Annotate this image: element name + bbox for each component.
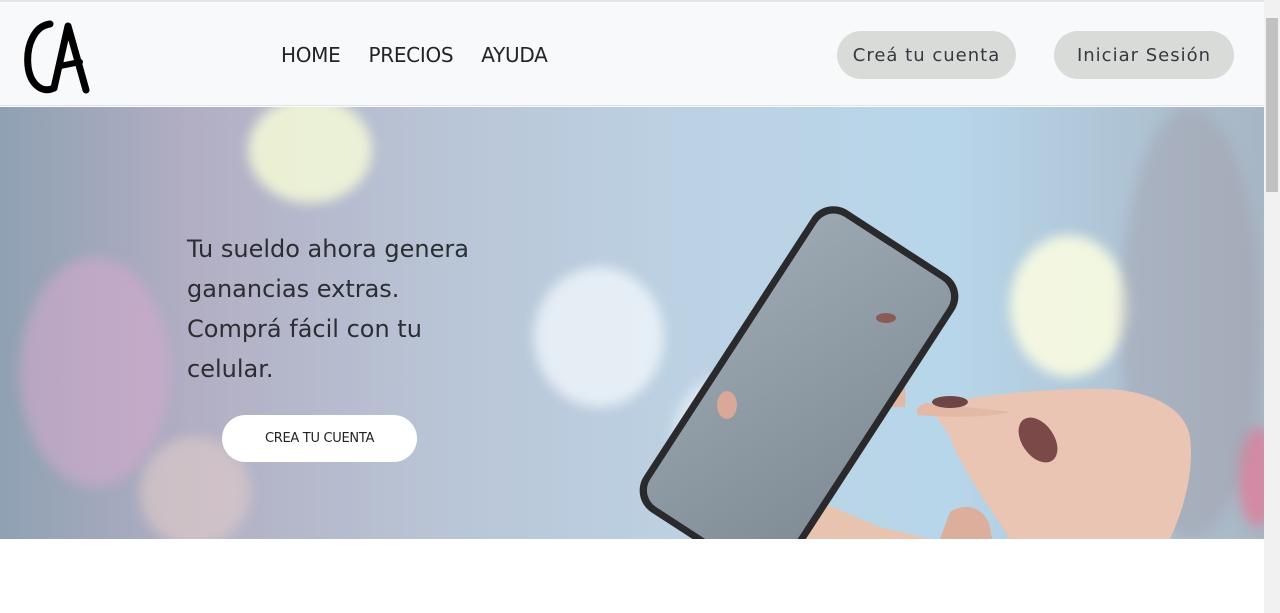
hero-signup-button[interactable]: CREA TU CUENTA — [222, 415, 417, 462]
scrollbar-thumb[interactable] — [1266, 18, 1278, 192]
login-button[interactable]: Iniciar Sesión — [1054, 31, 1234, 79]
hero-line: Tu sueldo ahora genera — [187, 235, 469, 263]
main-nav: HOME PRECIOS AYUDA — [281, 43, 548, 67]
nav-precios-link[interactable]: PRECIOS — [368, 43, 453, 67]
nav-home-link[interactable]: HOME — [281, 43, 341, 67]
hero-line: celular. — [187, 355, 274, 383]
hero-banner: Tu sueldo ahora genera ganancias extras.… — [0, 107, 1264, 539]
hero-line: ganancias extras. — [187, 275, 400, 303]
navbar: HOME PRECIOS AYUDA Creá tu cuenta Inicia… — [0, 2, 1264, 106]
hero-line: Comprá fácil con tu — [187, 315, 422, 343]
brand-logo[interactable] — [24, 16, 96, 96]
hero-headline: Tu sueldo ahora genera ganancias extras.… — [187, 229, 487, 389]
signup-button[interactable]: Creá tu cuenta — [837, 31, 1016, 79]
nav-ayuda-link[interactable]: AYUDA — [481, 43, 548, 67]
